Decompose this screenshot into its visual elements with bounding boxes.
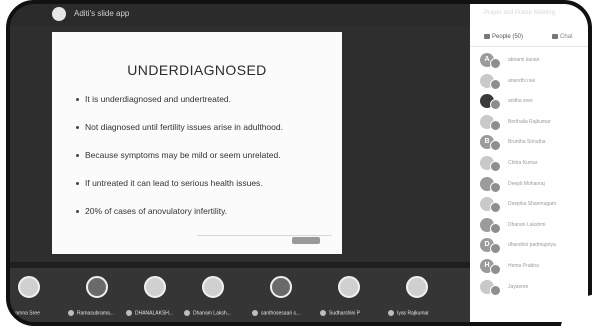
participant-name: santhosesaari s... — [261, 310, 301, 317]
slide-bullet-list: It is underdiagnosed and undertreated. N… — [76, 94, 283, 234]
mic-muted-icon — [490, 78, 501, 90]
participant-tile[interactable]: Abarnna Sree — [9, 274, 58, 322]
tab-chat[interactable]: Chat — [552, 34, 573, 40]
app-logo-icon — [52, 7, 66, 21]
list-item[interactable]: Aabirami kanan — [470, 50, 588, 71]
sharing-notice-bar — [197, 235, 332, 246]
avatar — [338, 276, 360, 298]
list-item[interactable]: Chitra Kumar — [470, 153, 588, 174]
participant-name: Iyas Rajkumar — [397, 310, 429, 317]
mic-muted-icon — [252, 310, 258, 316]
avatar — [18, 276, 40, 298]
people-icon — [484, 34, 490, 39]
top-bar: Aditi's slide app — [10, 4, 470, 26]
tab-people[interactable]: People (50) — [484, 34, 523, 40]
mic-muted-icon — [490, 284, 501, 296]
avatar — [406, 276, 428, 298]
list-item[interactable]: anitha sree — [470, 91, 588, 112]
mic-muted-icon — [490, 99, 501, 111]
people-list: Aabirami kanan anandhi ravi anitha sree … — [470, 50, 588, 298]
bullet-dot-icon — [76, 210, 79, 214]
meeting-title: Prayer and Praise Meeting — [484, 10, 556, 16]
participant-tile[interactable]: DHANALAKSH... — [126, 274, 184, 322]
panel-tabs: People (50) Chat — [470, 32, 588, 47]
bullet-dot-icon — [76, 126, 79, 130]
mic-muted-icon — [320, 310, 326, 316]
list-item[interactable]: B Bruntha Srinutha — [470, 132, 588, 153]
slide-bullet: If untreated it can lead to serious heal… — [76, 178, 283, 188]
person-name: Dharani Lakshmi — [508, 221, 546, 228]
participant-tile[interactable]: Ramasubrama... — [68, 274, 126, 322]
slide-bullet: Because symptoms may be mild or seem unr… — [76, 150, 283, 160]
list-item[interactable]: H Hema Prabha — [470, 256, 588, 277]
list-item[interactable]: Dharani Lakshmi — [470, 215, 588, 236]
bullet-dot-icon — [76, 98, 79, 102]
mic-muted-icon — [388, 310, 394, 316]
presentation-slide: UNDERDIAGNOSED It is underdiagnosed and … — [52, 32, 342, 254]
mic-muted-icon — [490, 263, 501, 275]
avatar — [86, 276, 108, 298]
slide-bullet: It is underdiagnosed and undertreated. — [76, 94, 283, 104]
mic-muted-icon — [184, 310, 190, 316]
participant-name: DHANALAKSH... — [135, 310, 174, 317]
person-name: abirami kanan — [508, 57, 540, 63]
slide-bullet: Not diagnosed until fertility issues ari… — [76, 122, 283, 132]
list-item[interactable]: Deepika Shanmugam — [470, 194, 588, 215]
mic-muted-icon — [490, 181, 501, 193]
participant-strip: Abarnna Sree Ramasubrama... DHANALAKSH..… — [10, 268, 470, 322]
mic-muted-icon — [490, 119, 501, 131]
person-name: anandhi ravi — [508, 77, 536, 84]
mic-muted-icon — [490, 58, 501, 69]
person-name: Berthalia Rajkumar — [508, 118, 551, 125]
avatar — [270, 276, 292, 298]
person-name: anitha sree — [508, 98, 533, 105]
mic-muted-icon — [490, 160, 501, 172]
person-name: Hema Prabha — [508, 262, 539, 269]
stop-sharing-button[interactable] — [292, 237, 320, 244]
slide-title: UNDERDIAGNOSED — [127, 62, 267, 78]
chat-icon — [552, 34, 558, 39]
slide-bullet: 20% of cases of anovulatory infertility. — [76, 206, 283, 216]
person-name: Deepti Mohanraj — [508, 180, 545, 187]
window-title: Aditi's slide app — [74, 9, 130, 18]
person-name: Chitra Kumar — [508, 159, 538, 166]
meeting-window: Aditi's slide app UNDERDIAGNOSED It is u… — [6, 0, 592, 326]
participant-tile[interactable]: santhosesaari s... — [252, 274, 310, 322]
person-name: Deepika Shanmugam — [508, 201, 557, 208]
participant-name: Dhanam Laksh... — [193, 310, 231, 317]
person-name: Bruntha Srinutha — [508, 139, 546, 146]
participant-name: Sudharshini P — [329, 310, 361, 317]
participant-name: Abarnna Sree — [9, 310, 40, 317]
mic-muted-icon — [490, 243, 501, 255]
list-item[interactable]: Jayasree — [470, 277, 588, 298]
mic-muted-icon — [490, 202, 501, 214]
participant-tile[interactable]: Dhanam Laksh... — [184, 274, 242, 322]
mic-muted-icon — [490, 140, 501, 152]
avatar — [144, 276, 166, 298]
mic-muted-icon — [126, 310, 132, 316]
participant-name: Ramasubrama... — [77, 310, 114, 317]
side-panel: Prayer and Praise Meeting People (50) Ch… — [470, 4, 588, 322]
shared-screen-stage: UNDERDIAGNOSED It is underdiagnosed and … — [10, 26, 470, 268]
list-item[interactable]: Deepti Mohanraj — [470, 174, 588, 195]
person-name: Jayasree — [508, 283, 529, 290]
avatar — [202, 276, 224, 298]
mic-muted-icon — [490, 222, 501, 234]
list-item[interactable]: Ddharshini padmapriya — [470, 235, 588, 256]
mic-muted-icon — [68, 310, 74, 316]
list-item[interactable]: anandhi ravi — [470, 71, 588, 92]
participant-tile[interactable]: Iyas Rajkumar — [388, 274, 446, 322]
person-name: dharshini padmapriya — [508, 242, 556, 249]
bullet-dot-icon — [76, 182, 79, 186]
bullet-dot-icon — [76, 154, 79, 158]
participant-tile[interactable]: Sudharshini P — [320, 274, 378, 322]
list-item[interactable]: Berthalia Rajkumar — [470, 112, 588, 133]
